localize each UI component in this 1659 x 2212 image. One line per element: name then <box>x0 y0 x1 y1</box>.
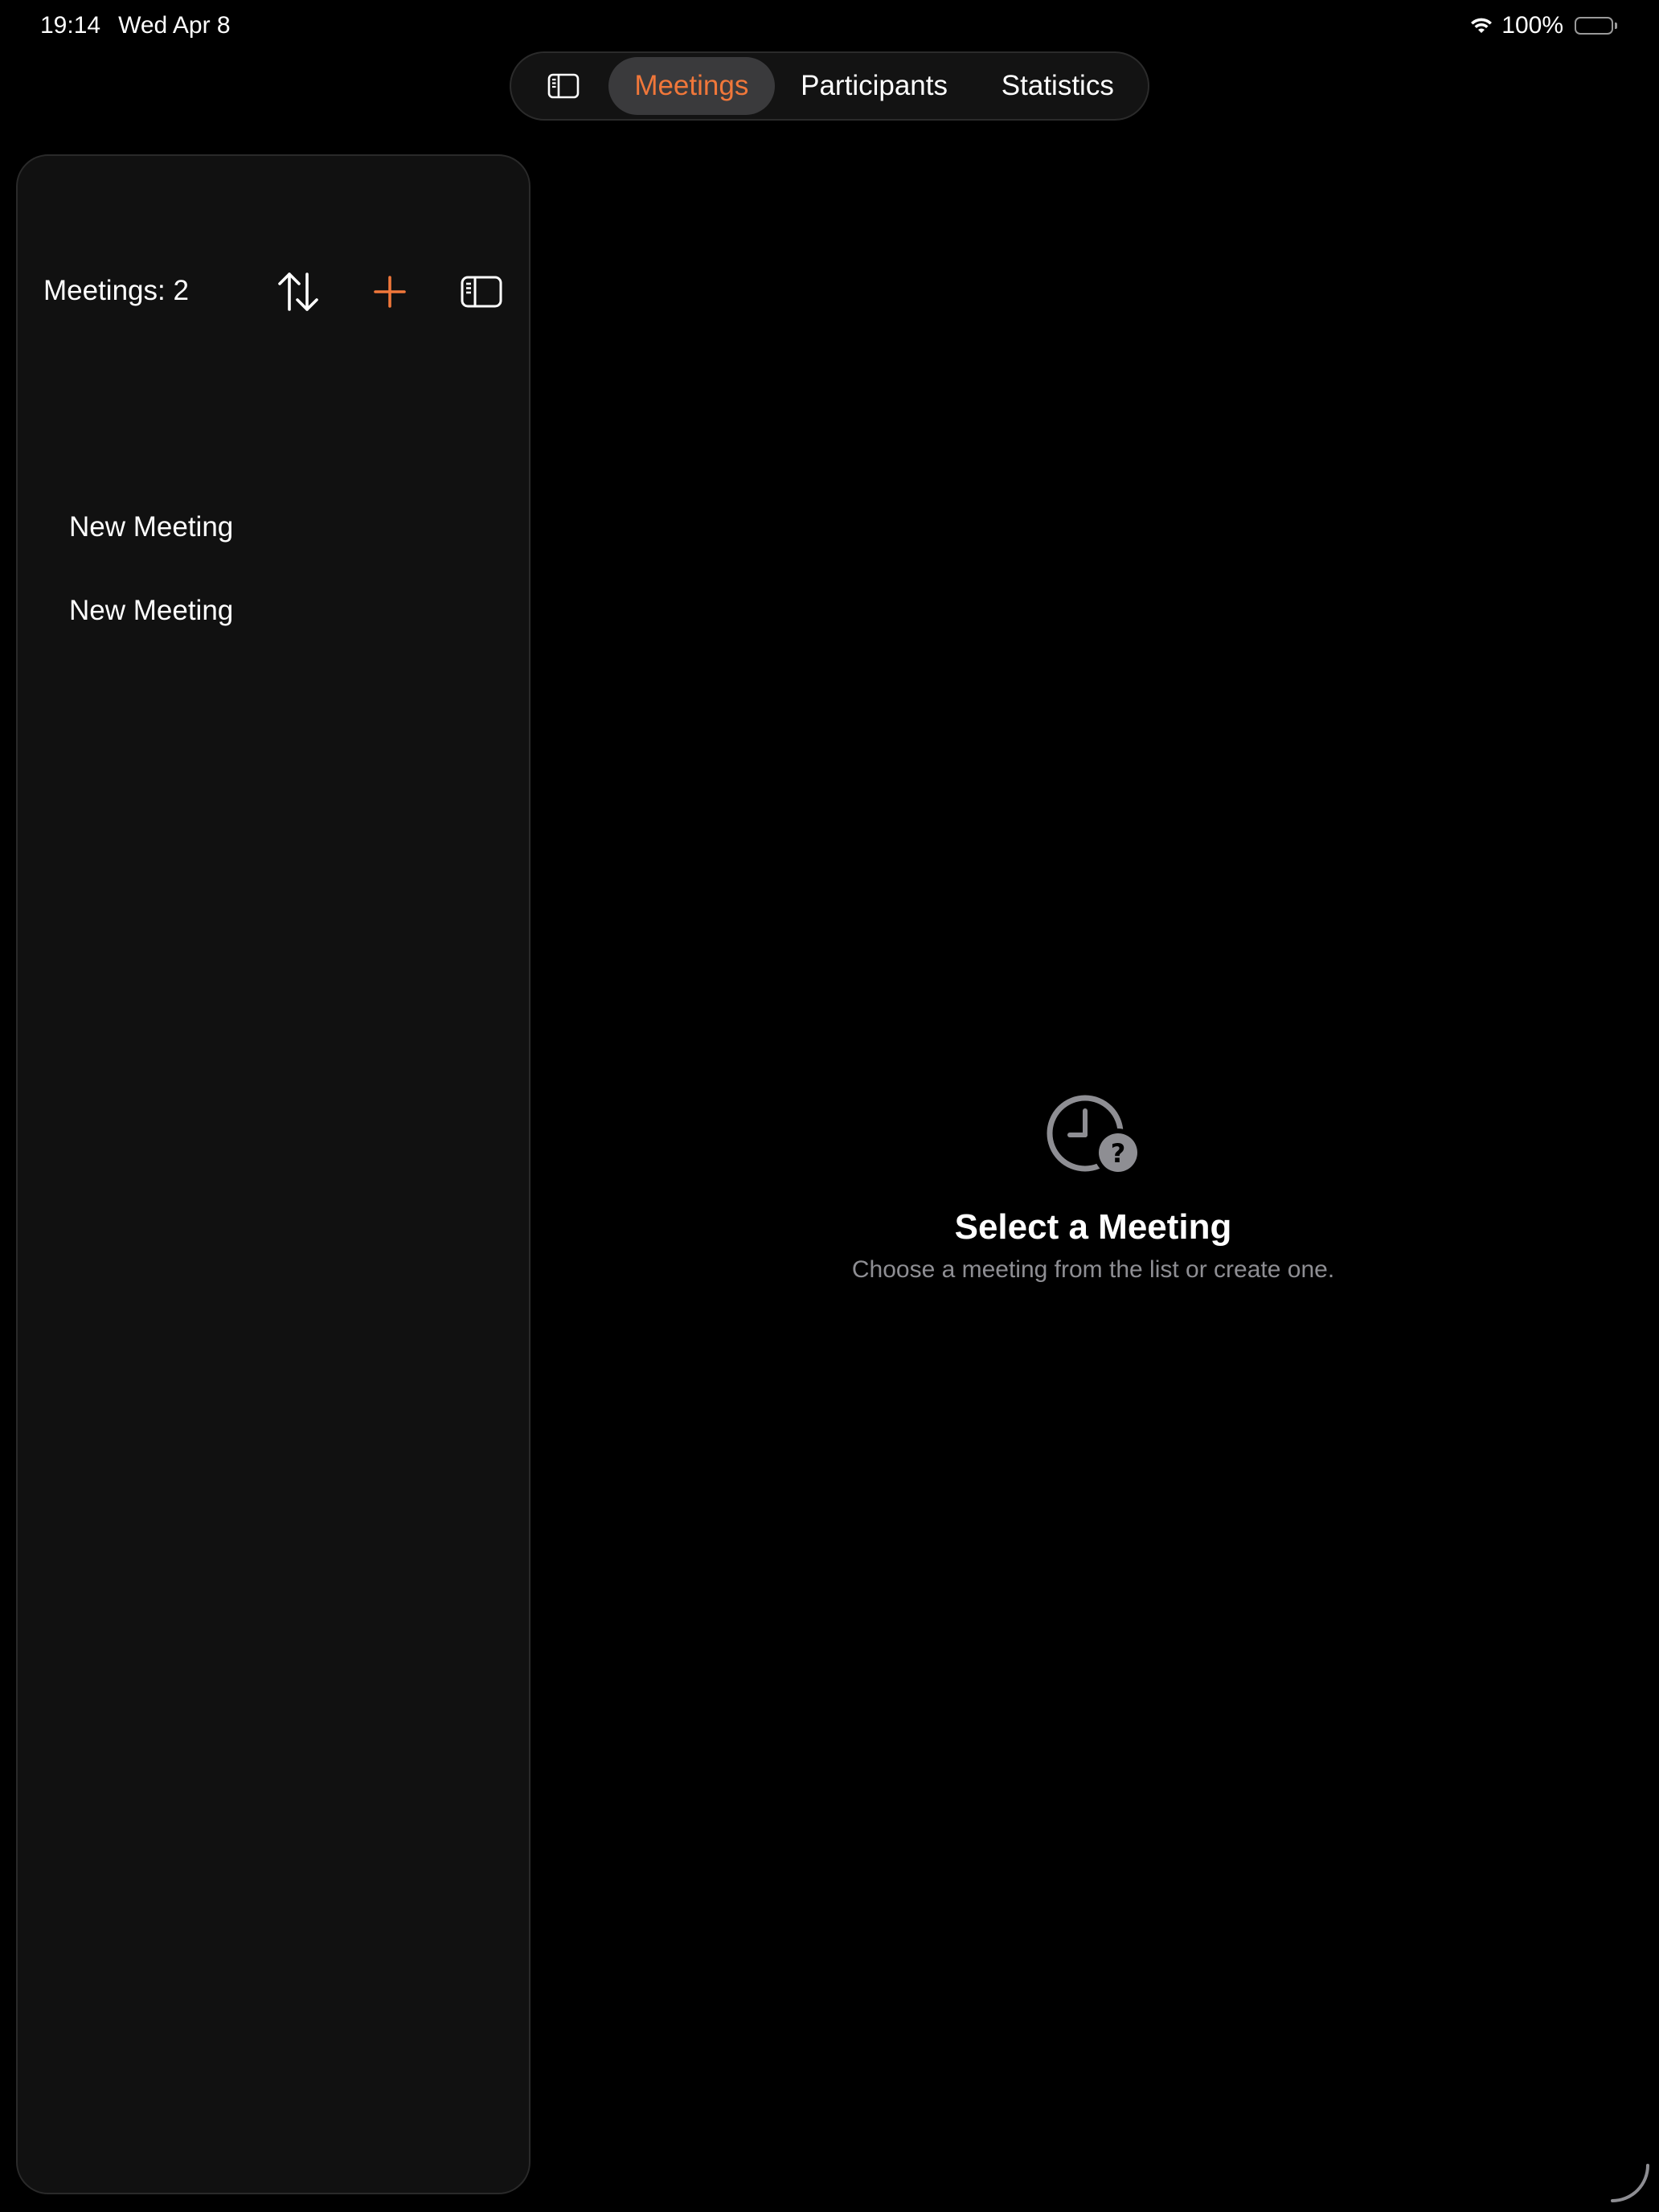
empty-state: ? Select a Meeting Choose a meeting from… <box>788 1093 1399 1286</box>
battery-icon <box>1575 17 1617 35</box>
status-bar-left: 19:14 Wed Apr 8 <box>40 10 231 42</box>
top-tab-bar: Meetings Participants Statistics <box>510 51 1149 121</box>
sidebar-toggle-button[interactable] <box>518 57 608 115</box>
wifi-icon <box>1468 15 1495 36</box>
status-time: 19:14 <box>40 12 101 39</box>
status-bar-right: 100% <box>1468 10 1617 42</box>
battery-percentage: 100% <box>1501 12 1563 39</box>
meetings-sidebar: Meetings: 2 New Meeting New Meeting <box>16 154 530 2194</box>
meetings-count-label: Meetings: 2 <box>43 275 189 306</box>
sidebar-collapse-button[interactable] <box>453 264 510 320</box>
sort-arrows-icon <box>278 272 318 311</box>
add-meeting-button[interactable] <box>362 264 418 320</box>
app-screen: 19:14 Wed Apr 8 100% Meetings Participan… <box>0 0 1659 2212</box>
resize-corner-indicator <box>1611 2164 1649 2202</box>
meeting-list: New Meeting New Meeting <box>18 485 529 653</box>
clock-question-icon: ? <box>1047 1095 1142 1177</box>
tab-statistics[interactable]: Statistics <box>974 57 1141 115</box>
tab-participants[interactable]: Participants <box>775 57 974 115</box>
meeting-list-item[interactable]: New Meeting <box>18 569 529 653</box>
sidebar-left-icon <box>547 73 579 99</box>
meeting-list-item[interactable]: New Meeting <box>18 485 529 569</box>
status-date: Wed Apr 8 <box>118 12 231 39</box>
sidebar-left-icon <box>461 276 502 308</box>
svg-text:?: ? <box>1111 1138 1126 1169</box>
tab-meetings[interactable]: Meetings <box>608 57 775 115</box>
sidebar-header: Meetings: 2 <box>18 251 529 331</box>
sort-button[interactable] <box>270 264 326 320</box>
plus-icon <box>374 276 406 308</box>
empty-state-title: Select a Meeting <box>954 1207 1232 1247</box>
empty-state-subtitle: Choose a meeting from the list or create… <box>851 1256 1335 1283</box>
